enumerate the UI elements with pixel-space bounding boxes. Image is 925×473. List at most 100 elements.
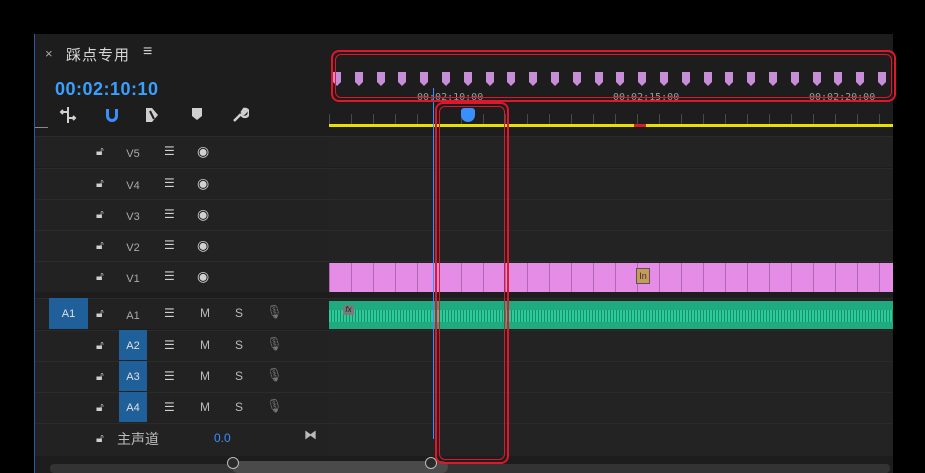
mute-button[interactable]: M [200,306,210,320]
master-volume-value[interactable]: 0.0 [214,431,231,445]
solo-button[interactable]: S [235,369,243,383]
sync-icon[interactable]: ☰ [164,176,175,190]
track-header-master[interactable]: 🔓︎ 主声道 0.0 ⧓ [34,423,329,456]
magnet-icon[interactable] [100,106,124,126]
sync-icon[interactable]: ☰ [164,144,175,158]
track-header-a4[interactable]: 🔓︎ A4 ☰ M S 🎙︎ [34,392,329,423]
linked-selection-icon[interactable] [140,106,164,126]
track-header-a2[interactable]: 🔓︎ A2 ☰ M S 🎙︎ [34,330,329,361]
track-area-v3[interactable] [329,199,893,230]
zoom-handle-left[interactable] [227,457,239,469]
track-area-a1[interactable]: fx [329,298,893,329]
track-name[interactable]: V2 [119,239,147,257]
mute-button[interactable]: M [200,369,210,383]
mute-button[interactable]: M [200,400,210,414]
video-clip[interactable] [725,263,747,292]
lock-icon[interactable]: 🔓︎ [96,338,104,353]
track-name[interactable]: V5 [119,145,147,163]
close-icon[interactable]: × [45,46,53,61]
audio-clip[interactable]: fx [329,301,893,329]
lock-icon[interactable]: 🔓︎ [96,269,104,284]
eye-icon[interactable]: ◉ [197,268,209,285]
track-area-a3[interactable] [329,361,893,392]
eye-icon[interactable]: ◉ [197,237,209,254]
sync-icon[interactable]: ☰ [164,306,175,320]
track-area-master[interactable] [329,423,893,456]
video-clip[interactable] [879,263,893,292]
sync-icon[interactable]: ☰ [164,369,175,383]
sync-icon[interactable]: ☰ [164,207,175,221]
track-area-a4[interactable] [329,392,893,423]
sync-icon[interactable]: ☰ [164,269,175,283]
mic-icon[interactable]: 🎙︎ [266,398,283,414]
track-area-v4[interactable] [329,168,893,199]
track-name[interactable]: A3 [119,361,147,391]
track-name[interactable]: A1 [119,307,147,325]
video-clip[interactable] [681,263,703,292]
lock-icon[interactable]: 🔓︎ [96,400,104,415]
video-clip[interactable] [659,263,681,292]
track-area-a2[interactable] [329,330,893,361]
mic-icon[interactable]: 🎙︎ [266,367,283,383]
mic-icon[interactable]: 🎙︎ [266,336,283,352]
video-clip[interactable] [373,263,395,292]
mic-icon[interactable]: 🎙︎ [266,304,283,320]
lock-icon[interactable]: 🔓︎ [96,176,104,191]
video-clip[interactable] [549,263,571,292]
video-clip[interactable] [351,263,373,292]
track-name[interactable]: V1 [119,270,147,288]
track-header-a3[interactable]: 🔓︎ A3 ☰ M S 🎙︎ [34,361,329,392]
eye-icon[interactable]: ◉ [197,143,209,160]
video-clip[interactable] [835,263,857,292]
video-clip[interactable] [571,263,593,292]
video-clip[interactable] [791,263,813,292]
wrench-icon[interactable] [228,106,252,126]
work-area-bar[interactable] [329,124,893,127]
master-expand-icon[interactable]: ⧓ [304,427,317,443]
mute-button[interactable]: M [200,338,210,352]
eye-icon[interactable]: ◉ [197,175,209,192]
solo-button[interactable]: S [235,400,243,414]
video-clip[interactable] [857,263,879,292]
solo-button[interactable]: S [235,306,243,320]
track-name[interactable]: A4 [119,392,147,422]
track-name[interactable]: V4 [119,177,147,195]
lock-icon[interactable]: 🔓︎ [96,238,104,253]
track-area-v2[interactable] [329,230,893,261]
track-header-v1[interactable]: 🔓︎ V1 ☰ ◉ [34,261,329,292]
sync-icon[interactable]: ☰ [164,400,175,414]
sequence-title[interactable]: 踩点专用 [66,44,130,65]
video-clip[interactable] [329,263,351,292]
video-clip[interactable] [769,263,791,292]
lock-icon[interactable]: 🔓︎ [96,144,104,159]
timecode-display[interactable]: 00:02:10:10 [55,79,159,100]
scrollbar-thumb[interactable] [227,457,448,473]
track-header-v5[interactable]: 🔓︎ V5 ☰ ◉ [34,136,329,167]
source-patch-a1[interactable]: A1 [49,298,88,329]
track-header-v4[interactable]: 🔓︎ V4 ☰ ◉ [34,168,329,199]
sync-icon[interactable]: ☰ [164,338,175,352]
video-clip[interactable] [813,263,835,292]
video-clip[interactable] [615,263,637,292]
track-header-v2[interactable]: 🔓︎ V2 ☰ ◉ [34,230,329,261]
video-clip[interactable] [747,263,769,292]
snap-insert-icon[interactable] [56,106,80,126]
track-header-a1[interactable]: A1 🔓︎ A1 ☰ M S 🎙︎ [34,298,329,329]
lock-icon[interactable]: 🔓︎ [96,306,104,321]
lock-icon[interactable]: 🔓︎ [96,431,104,446]
lock-icon[interactable]: 🔓︎ [96,369,104,384]
lock-icon[interactable]: 🔓︎ [96,207,104,222]
track-header-v3[interactable]: 🔓︎ V3 ☰ ◉ [34,199,329,230]
solo-button[interactable]: S [235,338,243,352]
sync-icon[interactable]: ☰ [164,238,175,252]
marker-icon[interactable] [185,106,209,126]
track-name[interactable]: V3 [119,208,147,226]
video-clip[interactable] [527,263,549,292]
video-clip[interactable] [703,263,725,292]
video-clip[interactable] [593,263,615,292]
track-area-v5[interactable] [329,136,893,167]
eye-icon[interactable]: ◉ [197,206,209,223]
track-name[interactable]: A2 [119,330,147,360]
menu-icon[interactable]: ≡ [143,43,152,61]
track-area-v1[interactable]: In [329,261,893,292]
